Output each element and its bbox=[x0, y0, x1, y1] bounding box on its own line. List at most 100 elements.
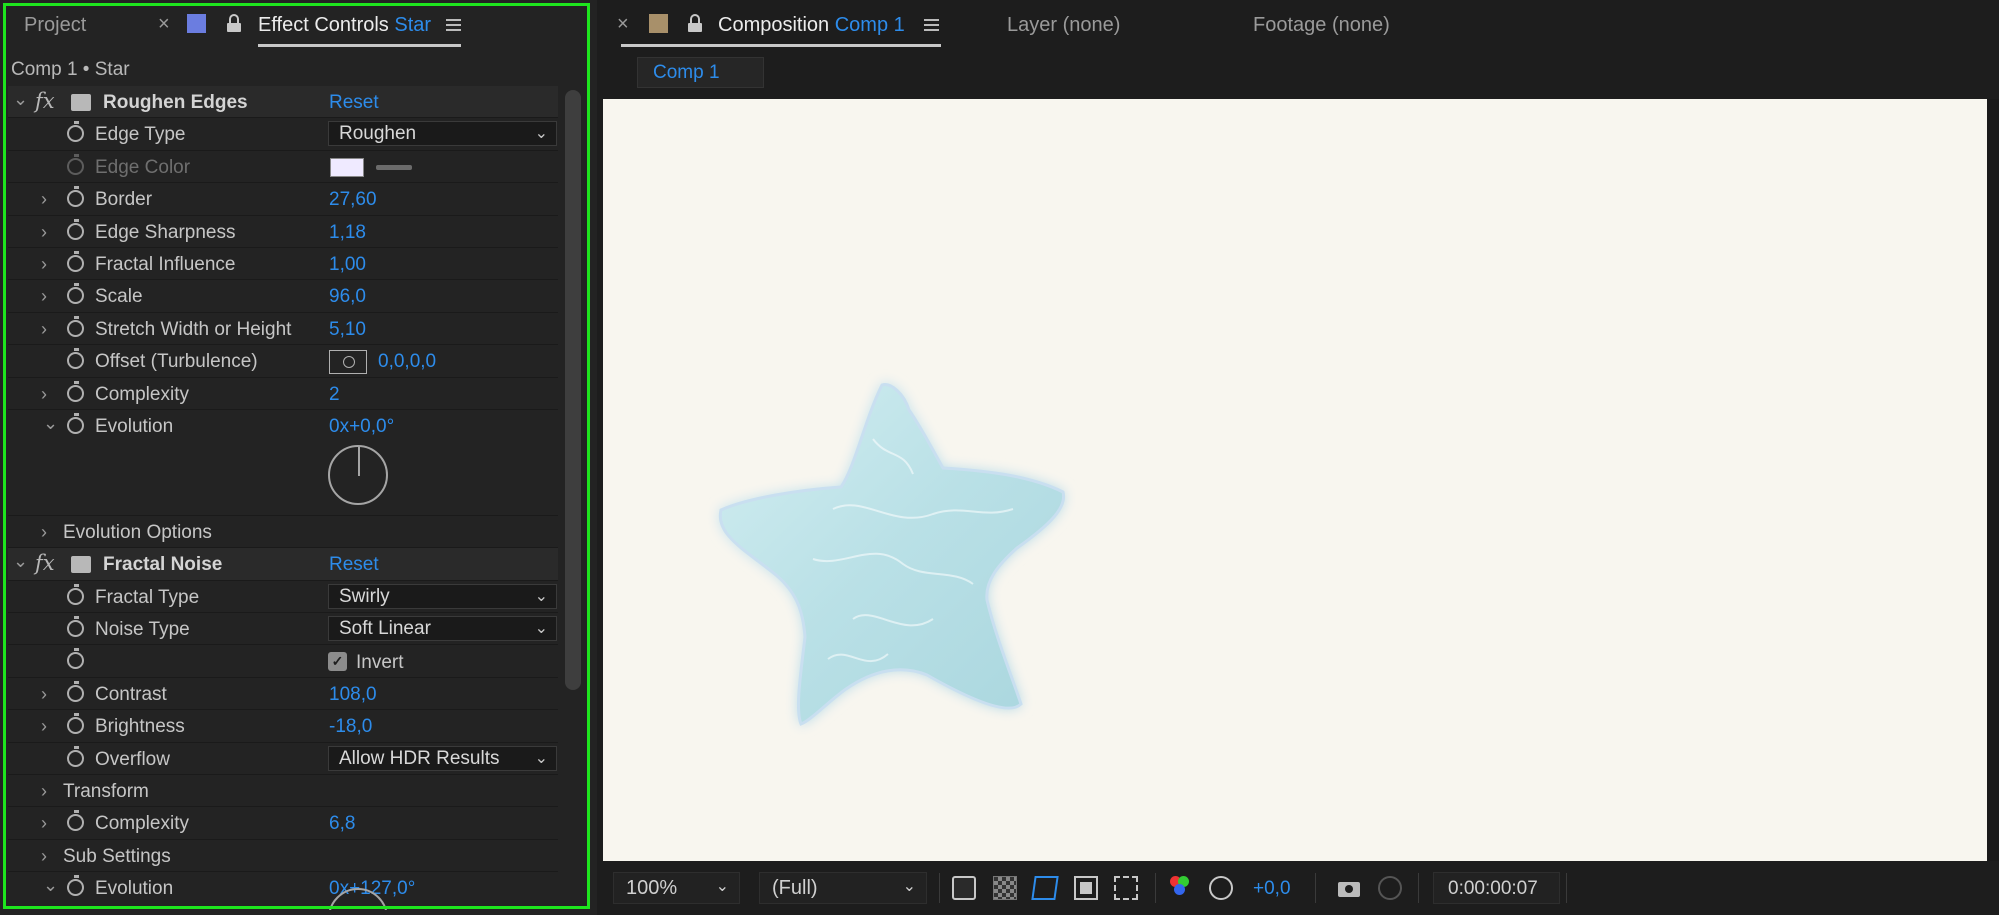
property-value[interactable]: 108,0 bbox=[329, 684, 377, 706]
chevron-right-icon[interactable]: › bbox=[41, 319, 47, 340]
chevron-down-icon[interactable]: ⌄ bbox=[43, 413, 58, 434]
stopwatch-icon[interactable] bbox=[67, 875, 84, 897]
chevron-down-icon[interactable]: ⌄ bbox=[13, 89, 28, 110]
stopwatch-icon[interactable] bbox=[67, 583, 84, 605]
group-transform[interactable]: › Transform bbox=[8, 775, 558, 808]
property-value[interactable]: 5,10 bbox=[329, 319, 366, 341]
stopwatch-icon[interactable] bbox=[67, 218, 84, 240]
property-value[interactable]: 0x+0,0° bbox=[329, 416, 394, 438]
channels-icon[interactable] bbox=[1168, 876, 1192, 900]
property-label: Edge Type bbox=[95, 124, 186, 146]
property-value[interactable]: 0,0,0,0 bbox=[378, 351, 436, 373]
property-value[interactable]: 27,60 bbox=[329, 189, 377, 211]
edge-color-swatch[interactable] bbox=[330, 157, 364, 177]
tab-effect-controls[interactable]: Effect Controls Star bbox=[258, 14, 431, 37]
tab-footage[interactable]: Footage (none) bbox=[1253, 14, 1390, 37]
close-icon[interactable]: × bbox=[617, 13, 629, 36]
property-value[interactable]: 1,18 bbox=[329, 222, 366, 244]
panel-menu-icon[interactable] bbox=[924, 19, 939, 31]
chevron-right-icon[interactable]: › bbox=[41, 684, 47, 705]
reset-button[interactable]: Reset bbox=[329, 554, 379, 576]
invert-checkbox[interactable]: ✓ bbox=[328, 652, 347, 672]
stopwatch-icon[interactable] bbox=[67, 348, 84, 370]
scrollbar-thumb[interactable] bbox=[565, 90, 581, 690]
stopwatch-icon[interactable] bbox=[67, 315, 84, 337]
lock-icon[interactable] bbox=[688, 14, 702, 32]
layer-color-swatch-icon bbox=[187, 14, 206, 33]
chevron-right-icon[interactable]: › bbox=[41, 781, 47, 802]
stopwatch-icon[interactable] bbox=[67, 412, 84, 434]
zoom-dropdown[interactable]: 100% ⌄ bbox=[613, 872, 740, 904]
chevron-down-icon[interactable]: ⌄ bbox=[13, 551, 28, 572]
comp-breadcrumb[interactable]: Comp 1 bbox=[637, 57, 764, 88]
property-label: Contrast bbox=[95, 683, 167, 705]
chevron-right-icon[interactable]: › bbox=[41, 384, 47, 405]
edge-type-dropdown[interactable]: Roughen ⌄ bbox=[328, 121, 557, 147]
effect-header-roughen-edges[interactable]: ⌄ fx Roughen Edges Reset bbox=[8, 86, 558, 119]
overflow-dropdown[interactable]: Allow HDR Results ⌄ bbox=[328, 745, 557, 771]
chevron-right-icon[interactable]: › bbox=[41, 846, 47, 867]
effect-header-fractal-noise[interactable]: ⌄ fx Fractal Noise Reset bbox=[8, 548, 558, 581]
group-sub-settings[interactable]: › Sub Settings bbox=[8, 840, 558, 873]
chevron-right-icon[interactable]: › bbox=[41, 813, 47, 834]
stopwatch-icon[interactable] bbox=[67, 283, 84, 305]
property-value[interactable]: 96,0 bbox=[329, 286, 366, 308]
angle-dial[interactable] bbox=[328, 444, 388, 505]
panel-scrollbar[interactable] bbox=[562, 90, 586, 700]
tab-layer[interactable]: Layer (none) bbox=[1007, 14, 1120, 37]
group-evolution-options[interactable]: › Evolution Options bbox=[8, 516, 558, 549]
fractal-type-dropdown[interactable]: Swirly ⌄ bbox=[328, 583, 557, 609]
tab-composition[interactable]: Composition Comp 1 bbox=[718, 14, 905, 37]
chevron-right-icon[interactable]: › bbox=[41, 222, 47, 243]
property-value[interactable]: 2 bbox=[329, 384, 340, 406]
tab-project[interactable]: Project bbox=[24, 14, 86, 37]
reset-button[interactable]: Reset bbox=[329, 92, 379, 114]
fx-icon[interactable]: fx bbox=[35, 551, 55, 575]
current-time[interactable]: 0:00:00:07 bbox=[1433, 872, 1560, 904]
property-value[interactable]: 6,8 bbox=[329, 813, 355, 835]
camera-icon[interactable] bbox=[1337, 876, 1361, 900]
chevron-right-icon[interactable]: › bbox=[41, 254, 47, 275]
stopwatch-icon[interactable] bbox=[67, 616, 84, 638]
show-snapshot-icon[interactable] bbox=[1378, 876, 1402, 900]
noise-type-dropdown[interactable]: Soft Linear ⌄ bbox=[328, 616, 557, 642]
mask-path-icon[interactable] bbox=[1031, 876, 1059, 900]
stopwatch-icon[interactable] bbox=[67, 810, 84, 832]
stopwatch-icon[interactable] bbox=[67, 250, 84, 272]
fx-icon[interactable]: fx bbox=[35, 89, 55, 113]
chevron-right-icon[interactable]: › bbox=[41, 286, 47, 307]
transparency-grid-icon[interactable] bbox=[993, 876, 1017, 900]
close-icon[interactable]: × bbox=[158, 13, 170, 36]
property-fractal-influence: › Fractal Influence 1,00 bbox=[8, 248, 558, 281]
stopwatch-icon[interactable] bbox=[67, 648, 84, 670]
property-label: Overflow bbox=[95, 748, 170, 770]
stopwatch-icon[interactable] bbox=[67, 186, 84, 208]
point-control-icon[interactable] bbox=[329, 350, 367, 375]
property-value[interactable]: 1,00 bbox=[329, 254, 366, 276]
chevron-right-icon[interactable]: › bbox=[41, 716, 47, 737]
star-layer-canvas bbox=[718, 383, 1066, 726]
panel-menu-icon[interactable] bbox=[446, 19, 461, 31]
property-noise-type: Noise Type Soft Linear ⌄ bbox=[8, 613, 558, 646]
region-of-interest-icon[interactable] bbox=[1074, 876, 1098, 900]
stopwatch-icon[interactable] bbox=[67, 745, 84, 767]
exposure-value[interactable]: +0,0 bbox=[1253, 878, 1291, 900]
exposure-reset-icon[interactable] bbox=[1209, 876, 1233, 900]
lock-icon[interactable] bbox=[227, 14, 241, 32]
stopwatch-icon[interactable] bbox=[67, 713, 84, 735]
eyedropper-icon[interactable] bbox=[376, 164, 412, 170]
stopwatch-icon[interactable] bbox=[67, 121, 84, 143]
chevron-right-icon[interactable]: › bbox=[41, 189, 47, 210]
fast-preview-icon[interactable] bbox=[952, 876, 976, 900]
resolution-dropdown[interactable]: (Full) ⌄ bbox=[759, 872, 927, 904]
chevron-right-icon[interactable]: › bbox=[41, 522, 47, 543]
stopwatch-icon[interactable] bbox=[67, 153, 84, 175]
chevron-down-icon[interactable]: ⌄ bbox=[43, 875, 58, 896]
grid-guides-icon[interactable] bbox=[1114, 876, 1138, 900]
composition-viewer[interactable] bbox=[603, 99, 1987, 861]
chevron-down-icon: ⌄ bbox=[534, 587, 548, 605]
angle-dial-partial[interactable] bbox=[328, 888, 388, 910]
stopwatch-icon[interactable] bbox=[67, 380, 84, 402]
property-value[interactable]: -18,0 bbox=[329, 716, 372, 738]
stopwatch-icon[interactable] bbox=[67, 680, 84, 702]
